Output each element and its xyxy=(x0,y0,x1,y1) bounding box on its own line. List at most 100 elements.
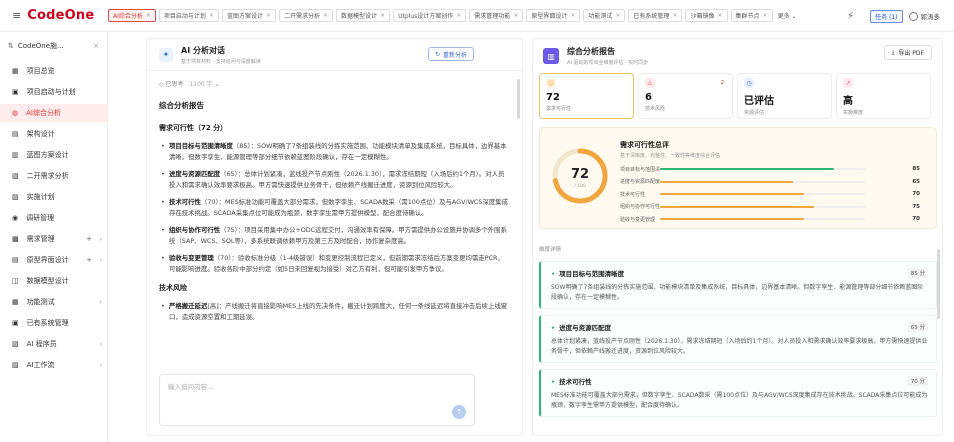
tab-item[interactable]: 原型界面设计 × xyxy=(526,9,581,22)
sidebar-item[interactable]: ▤ 原型界面设计 + › xyxy=(0,251,108,269)
kpi-card[interactable]: ◷ 已评估 资源评估 xyxy=(737,73,832,119)
report-panel: ▥ 综合分析报告 AI 驱动的项目全维度评估 · 实时同步 ⤓ 导出 PDF ☺… xyxy=(532,38,943,436)
sidebar-item[interactable]: ▨ AI 程序员 › xyxy=(0,335,108,353)
sidebar-item[interactable]: ▦ 功能测试 › xyxy=(0,293,108,311)
sidebar-item[interactable]: ▧ AI工作流 › xyxy=(0,356,108,374)
sidebar-item[interactable]: ▧ 二开需求分析 xyxy=(0,167,108,185)
sidebar-item-label: AI工作流 xyxy=(26,361,55,369)
tab-item[interactable]: 沙箱镜像 × xyxy=(685,9,728,22)
chat-input[interactable]: 输入追问内容… ↑ xyxy=(159,374,475,426)
close-icon[interactable]: × xyxy=(763,12,768,19)
tab-item[interactable]: AI综合分析 × xyxy=(108,9,156,22)
plus-icon[interactable]: + xyxy=(86,235,92,243)
close-icon[interactable]: × xyxy=(456,12,461,19)
risk-item-text: [高]：产线搬迁将直接影响MES上线的先决条件，搬迁计划跨度大，任何一条线延迟将… xyxy=(169,302,508,321)
kpi-card[interactable]: ↗ 高实施难度 xyxy=(836,73,931,119)
report-subtitle: AI 驱动的项目全维度评估 · 实时同步 xyxy=(567,60,649,66)
tab-item[interactable]: 二开需求分析 × xyxy=(279,9,334,22)
close-icon[interactable]: × xyxy=(380,12,385,19)
plus-icon[interactable]: + xyxy=(86,256,92,264)
kpi-label: 资源评估 xyxy=(744,110,765,116)
dimension-row: 进度与资源匹配度 65 xyxy=(620,177,920,187)
export-label: 导出 PDF xyxy=(898,50,924,57)
bolt-icon[interactable]: ⚡ xyxy=(847,11,854,22)
brand: ≡ CodeOne xyxy=(0,8,108,23)
tab-item[interactable]: 已有系统管理 × xyxy=(628,9,683,22)
sidebar-item-label: 需求管理 xyxy=(26,235,55,243)
chat-scrollbar[interactable] xyxy=(517,79,520,119)
nav-icon: ▩ xyxy=(12,235,19,243)
regenerate-label: 重新分析 xyxy=(442,51,467,59)
tab-label: 原型界面设计 xyxy=(531,13,568,20)
sidebar-item[interactable]: ▣ 项目启动与计划 xyxy=(0,83,108,101)
tab-label: 二开需求分析 xyxy=(284,13,321,20)
close-icon[interactable]: × xyxy=(717,12,722,19)
tab-item[interactable]: Utplus设计方案创作 × xyxy=(393,9,467,22)
summary-title: 需求可行性总评 xyxy=(620,141,669,149)
sidebar-item[interactable]: ▨ 实施计划 xyxy=(0,188,108,206)
chevron-right-icon[interactable]: › xyxy=(100,362,102,369)
chevron-right-icon[interactable]: › xyxy=(100,236,102,243)
dimension-label: 项目目标与范围清晰度 xyxy=(620,166,660,173)
sidebar-item[interactable]: ◍ AI综合分析 xyxy=(0,104,108,122)
section-heading-risk: 技术风险 xyxy=(159,284,187,292)
sidebar-item[interactable]: ▩ 需求管理 + › xyxy=(0,230,108,248)
close-icon[interactable]: × xyxy=(570,12,575,19)
close-icon[interactable]: × xyxy=(323,12,328,19)
chevron-right-icon[interactable]: › xyxy=(100,299,102,306)
close-icon[interactable]: × xyxy=(146,12,151,19)
chevron-right-icon[interactable]: › xyxy=(100,341,102,348)
more-tabs-dropdown[interactable]: 更多 ⌄ xyxy=(778,11,797,20)
dimension-label: 组织与协作可行性 xyxy=(620,204,660,210)
sidebar-item[interactable]: ▦ 项目总览 xyxy=(0,62,108,80)
chat-messages: ◇ 已思考 1100 字 ⌄ 综合分析报告 需求可行性（72 分） 项目目标与范… xyxy=(159,79,509,369)
close-icon[interactable]: × xyxy=(615,12,620,19)
tab-item[interactable]: 数据模型设计 × xyxy=(336,9,391,22)
detail-card-text: MES标准功能可覆盖大部分需求，但数字孪生、SCADA数采（需100点位）及与A… xyxy=(551,392,928,409)
tab-item[interactable]: 需求管理功能 × xyxy=(469,9,524,22)
close-icon[interactable]: × xyxy=(513,12,518,19)
tab-item[interactable]: 蓝图方案设计 × xyxy=(221,9,276,22)
sidebar-item[interactable]: ◫ 数据模型设计 xyxy=(0,272,108,290)
lightbulb-icon: ◇ xyxy=(159,81,164,88)
chat-subtitle: 基于项目材料 · 支持追问与深度解读 xyxy=(181,58,261,65)
task-badge[interactable]: 任务 (1) xyxy=(870,9,903,23)
sidebar-item[interactable]: ▤ 架构设计 xyxy=(0,125,108,143)
tab-strip: AI综合分析 × 项目启动与计划 × 蓝图方案设计 × 二开需求分析 × 数据模型设计 × Utpl… xyxy=(108,0,797,32)
project-selector[interactable]: ⇅ CodeOne施... × xyxy=(8,38,99,54)
close-icon[interactable]: × xyxy=(209,12,214,19)
tab-item[interactable]: 功能测试 × xyxy=(583,9,626,22)
detail-card[interactable]: 项目目标与范围清晰度85 分 SOW明确了7条组装线的分拣实施范围、功能模块清单及… xyxy=(539,261,937,309)
dimension-track xyxy=(660,168,865,170)
menu-icon[interactable]: ≡ xyxy=(12,9,21,22)
send-button[interactable]: ↑ xyxy=(452,405,466,419)
regenerate-button[interactable]: ↻ 重新分析 xyxy=(427,47,474,61)
nav-icon: ◉ xyxy=(12,214,19,222)
close-icon[interactable]: × xyxy=(672,12,677,19)
detail-card[interactable]: 进度与资源匹配度65 分总体计划紧凑，蓝线投产节点刚性（2026.1.30），需… xyxy=(539,315,937,363)
chevron-right-icon[interactable]: › xyxy=(100,257,102,264)
tab-label: 数据模型设计 xyxy=(341,13,378,20)
user-name[interactable]: 郭涛多 xyxy=(921,11,941,21)
nav-icon: ▨ xyxy=(12,340,19,348)
sidebar-item[interactable]: ◉ 调研管理 xyxy=(0,209,108,227)
detail-card[interactable]: 技术可行性70 分 MES标准功能可覆盖大部分需求，但数字孪生、SCADA数采（需… xyxy=(539,369,937,417)
sidebar-item[interactable]: ▥ 蓝图方案设计 xyxy=(0,146,108,164)
report-scrollbar[interactable] xyxy=(937,249,940,319)
tab-item[interactable]: 集群节点 × xyxy=(730,9,773,22)
feasibility-item-text: （70）：MES标准功能可覆盖大部分需求，但数字孪生、SCADA数采（需100点… xyxy=(169,198,509,217)
tab-item[interactable]: 项目启动与计划 × xyxy=(158,9,219,22)
thought-count: 1100 字 xyxy=(189,81,213,88)
kpi-card[interactable]: ☺ 72 需求可行性 xyxy=(539,73,634,119)
close-icon[interactable]: × xyxy=(93,42,99,50)
dimension-row: 技术可行性 70 xyxy=(620,189,920,199)
close-icon[interactable]: × xyxy=(266,12,271,19)
export-pdf-button[interactable]: ⤓ 导出 PDF xyxy=(883,45,932,60)
dimension-bar xyxy=(660,180,794,183)
sidebar-item[interactable]: ▣ 已有系统管理 xyxy=(0,314,108,332)
kpi-card[interactable]: ⚠ 6 技术风险 2 xyxy=(638,73,733,119)
feasibility-list: 项目目标与范围清晰度（85）：SOW明确了7条组装线的分拣实施范围、功能模块清单… xyxy=(159,141,509,275)
detail-card-text: 总体计划紧凑，蓝线投产节点刚性（2026.1.30），需求冻结期短（入场后约1个… xyxy=(551,338,928,355)
dimension-bars: 项目目标与范围清晰度 85 进度与资源匹配度 65 技术可行性 70 组织与协作可行性 75 验… xyxy=(620,164,920,227)
thought-toggle[interactable]: ◇ 已思考 1100 字 ⌄ xyxy=(159,79,509,88)
